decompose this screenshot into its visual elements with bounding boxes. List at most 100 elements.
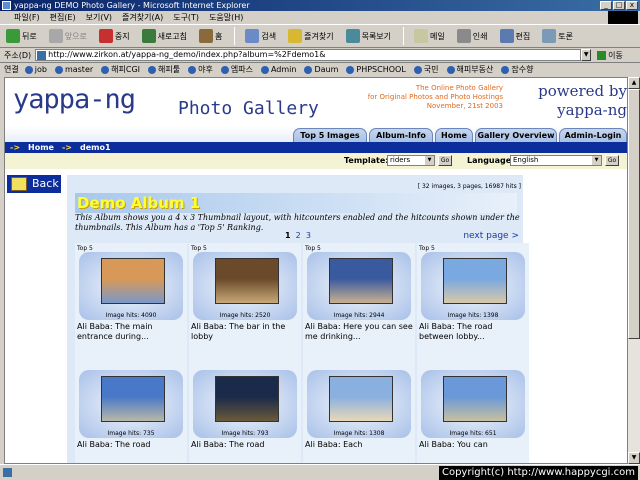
- thumbnail-caption[interactable]: Ali Baba: The road: [191, 440, 299, 450]
- thumbnail-photo[interactable]: [101, 258, 165, 304]
- links-bar: 연결 job master 해피CGI 해피툴 야후 엠파스 Admin Dau…: [0, 63, 640, 76]
- discuss-button[interactable]: 토론: [542, 29, 573, 43]
- thumbnail-photo[interactable]: [101, 376, 165, 422]
- thumbnail-caption[interactable]: Ali Baba: The main entrance during...: [77, 322, 185, 342]
- vertical-scrollbar[interactable]: ▲ ▼: [628, 77, 640, 464]
- link-item[interactable]: 엠파스: [219, 64, 255, 75]
- link-item[interactable]: Daum: [302, 65, 340, 74]
- link-item[interactable]: Admin: [259, 65, 299, 74]
- breadcrumb-home[interactable]: Home: [28, 142, 54, 153]
- menu-file[interactable]: 파일(F): [14, 12, 40, 23]
- tab-top5-images[interactable]: Top 5 Images: [293, 128, 367, 142]
- tab-home[interactable]: Home: [435, 128, 473, 142]
- link-item[interactable]: job: [23, 65, 49, 74]
- menu-favorites[interactable]: 즐겨찾기(A): [122, 12, 163, 23]
- favorites-button[interactable]: 즐겨찾기: [288, 29, 334, 43]
- back-toolbar-button[interactable]: 뒤로: [6, 29, 37, 43]
- menu-view[interactable]: 보기(V): [86, 12, 112, 23]
- printer-icon: [456, 29, 471, 43]
- next-page-link[interactable]: next page >: [463, 231, 519, 241]
- link-item[interactable]: PHPSCHOOL: [344, 65, 407, 74]
- thumbnail-cell[interactable]: Top 5 Image hits: 2944 Ali Baba: Here you …: [303, 243, 415, 361]
- thumbnail-caption[interactable]: Ali Baba: The road: [77, 440, 185, 450]
- thumbnail-caption[interactable]: Ali Baba: The road between lobby...: [419, 322, 527, 342]
- page-link[interactable]: 3: [306, 231, 311, 240]
- page-link[interactable]: 2: [296, 231, 301, 240]
- thumbnail-caption[interactable]: Ali Baba: Each: [305, 440, 413, 450]
- forward-arrow-icon: [48, 29, 63, 43]
- image-hits: Image hits: 1308: [333, 430, 385, 437]
- address-bar: 주소(D) http://www.zirkon.at/yappa-ng_demo…: [0, 48, 640, 63]
- template-go-button[interactable]: Go: [438, 155, 452, 166]
- maximize-button[interactable]: □: [613, 1, 625, 10]
- scroll-up-button[interactable]: ▲: [628, 77, 640, 89]
- thumbnail-photo[interactable]: [215, 376, 279, 422]
- go-button[interactable]: 이동: [597, 50, 623, 61]
- windows-logo-icon: [608, 11, 638, 24]
- tab-gallery-overview[interactable]: Gallery Overview: [475, 128, 557, 142]
- page-viewport: yappa-ng Photo Gallery The Online Photo …: [4, 77, 628, 464]
- edit-button[interactable]: 편집: [499, 29, 530, 43]
- print-button[interactable]: 인쇄: [456, 29, 488, 43]
- scroll-down-button[interactable]: ▼: [628, 452, 640, 464]
- link-item[interactable]: 해피CGI: [99, 64, 142, 75]
- link-item[interactable]: 해피부동산: [445, 64, 496, 75]
- thumbnail-cell[interactable]: Image hits: 735 Ali Baba: The road: [75, 361, 187, 463]
- title-bar: yappa-ng DEMO Photo Gallery - Microsoft …: [0, 0, 640, 11]
- tab-album-info[interactable]: Album-Info: [369, 128, 433, 142]
- thumbnail-cell[interactable]: Top 5 Image hits: 4090 Ali Baba: The main …: [75, 243, 187, 361]
- refresh-button[interactable]: 새로고침: [141, 29, 187, 43]
- thumbnail-cell[interactable]: Top 5 Image hits: 2520 Ali Baba: The bar i…: [189, 243, 301, 361]
- menu-tools[interactable]: 도구(T): [173, 12, 199, 23]
- link-item[interactable]: master: [53, 65, 95, 74]
- image-hits: Image hits: 4090: [105, 312, 157, 319]
- thumbnail-cell[interactable]: Image hits: 651 Ali Baba: You can: [417, 361, 529, 463]
- thumbnail-photo[interactable]: [443, 376, 507, 422]
- image-hits: Image hits: 2944: [333, 312, 385, 319]
- thumbnail-photo[interactable]: [215, 258, 279, 304]
- scroll-thumb[interactable]: [628, 89, 640, 339]
- links-label: 연결: [4, 65, 19, 74]
- search-button[interactable]: 검색: [245, 29, 276, 43]
- template-select[interactable]: riders ▼: [387, 155, 435, 166]
- ie-page-icon: [54, 65, 63, 74]
- thumbnail-cell[interactable]: Image hits: 793 Ali Baba: The road: [189, 361, 301, 463]
- tab-admin-login[interactable]: Admin-Login: [559, 128, 627, 142]
- home-button[interactable]: 홈: [199, 29, 222, 43]
- ie-page-icon: [304, 65, 313, 74]
- close-button[interactable]: x: [626, 1, 638, 10]
- stop-button[interactable]: 중지: [98, 29, 130, 43]
- language-select[interactable]: English ▼: [510, 155, 602, 166]
- thumbnail-photo[interactable]: [329, 258, 393, 304]
- site-logo[interactable]: yappa-ng: [13, 84, 136, 115]
- thumbnail-cell[interactable]: Image hits: 1308 Ali Baba: Each: [303, 361, 415, 463]
- language-label: Language:: [467, 156, 515, 165]
- history-button[interactable]: 목록보기: [345, 29, 391, 43]
- address-dropdown-button[interactable]: ▼: [581, 49, 592, 61]
- thumbnail-cell[interactable]: Top 5 Image hits: 1398 Ali Baba: The road …: [417, 243, 529, 361]
- menu-edit[interactable]: 편집(E): [50, 12, 76, 23]
- page-icon: [37, 51, 47, 60]
- image-hits: Image hits: 2520: [219, 312, 271, 319]
- forward-toolbar-button[interactable]: 앞으로: [48, 29, 87, 43]
- thumbnail-caption[interactable]: Ali Baba: The bar in the lobby: [191, 322, 299, 342]
- minimize-button[interactable]: _: [600, 1, 612, 10]
- link-item[interactable]: 잡수향: [499, 64, 535, 75]
- mail-icon: [414, 29, 429, 43]
- thumbnail-caption[interactable]: Ali Baba: Here you can see me drinking..…: [305, 322, 413, 342]
- address-input[interactable]: http://www.zirkon.at/yappa-ng_demo/index…: [35, 49, 582, 61]
- thumbnail-caption[interactable]: Ali Baba: You can: [419, 440, 527, 450]
- mail-button[interactable]: 메일: [414, 29, 445, 43]
- back-button[interactable]: Back: [7, 175, 61, 193]
- link-item[interactable]: 국민: [412, 64, 441, 75]
- thumbnail-photo[interactable]: [329, 376, 393, 422]
- album-title: Demo Album 1: [75, 193, 517, 213]
- link-item[interactable]: 야후: [186, 64, 215, 75]
- language-go-button[interactable]: Go: [605, 155, 619, 166]
- menu-help[interactable]: 도움말(H): [209, 12, 243, 23]
- stop-icon: [98, 29, 113, 43]
- thumbnail-photo[interactable]: [443, 258, 507, 304]
- breadcrumb-current[interactable]: demo1: [80, 142, 111, 153]
- link-item[interactable]: 해피툴: [146, 64, 182, 75]
- thumbnail-frame: Image hits: 651: [421, 370, 525, 438]
